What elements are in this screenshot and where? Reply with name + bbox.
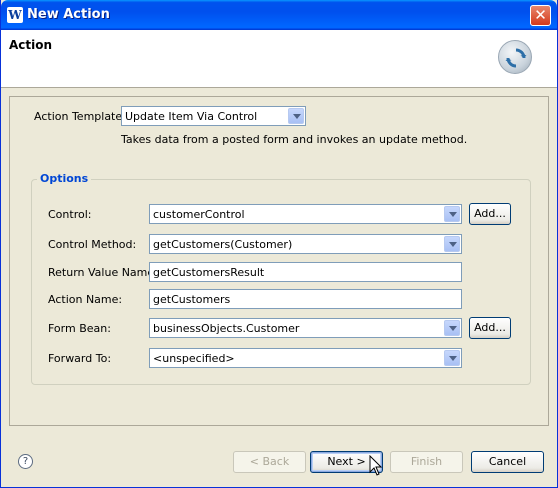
chevron-down-icon[interactable] <box>444 350 460 366</box>
chevron-down-icon[interactable] <box>444 236 460 252</box>
new-action-dialog: W New Action ✕ Action Action Template: U… <box>0 0 558 488</box>
return-value-name-label: Return Value Name: <box>48 266 158 279</box>
chevron-down-icon[interactable] <box>288 108 304 124</box>
chevron-down-icon[interactable] <box>444 206 460 222</box>
forward-to-value: <unspecified> <box>153 352 235 365</box>
form-bean-value: businessObjects.Customer <box>153 322 300 335</box>
form-bean-select[interactable]: businessObjects.Customer <box>149 318 462 338</box>
page-title: Action <box>9 38 53 52</box>
action-template-select[interactable]: Update Item Via Control <box>121 106 306 126</box>
help-icon[interactable]: ? <box>18 454 33 469</box>
return-value-name-input[interactable]: getCustomersResult <box>149 262 462 282</box>
control-method-value: getCustomers(Customer) <box>153 238 293 251</box>
window-title: New Action <box>27 7 110 22</box>
options-group: Options Control: customerControl Add... … <box>31 172 531 385</box>
return-value-name-value: getCustomersResult <box>153 266 265 279</box>
options-legend: Options <box>37 172 92 185</box>
app-icon: W <box>7 7 23 23</box>
refresh-icon <box>498 40 532 74</box>
control-label: Control: <box>48 208 92 221</box>
back-button[interactable]: < Back <box>233 451 306 473</box>
action-template-description: Takes data from a posted form and invoke… <box>121 133 468 146</box>
title-bar[interactable]: W New Action ✕ <box>1 0 557 30</box>
chevron-down-icon[interactable] <box>444 320 460 336</box>
finish-button[interactable]: Finish <box>390 451 463 473</box>
action-template-label: Action Template: <box>34 110 126 123</box>
action-name-label: Action Name: <box>48 293 123 306</box>
mouse-pointer-icon <box>369 455 383 476</box>
forward-to-select[interactable]: <unspecified> <box>149 348 462 368</box>
wizard-content: Action Template: Update Item Via Control… <box>9 96 549 426</box>
close-button[interactable]: ✕ <box>530 5 551 26</box>
cancel-button[interactable]: Cancel <box>471 451 544 473</box>
control-value: customerControl <box>153 208 245 221</box>
forward-to-label: Forward To: <box>48 352 112 365</box>
action-name-value: getCustomers <box>153 293 231 306</box>
action-template-value: Update Item Via Control <box>125 110 258 123</box>
form-bean-label: Form Bean: <box>48 322 111 335</box>
header-banner: Action <box>1 30 557 88</box>
control-select[interactable]: customerControl <box>149 204 462 224</box>
control-method-select[interactable]: getCustomers(Customer) <box>149 234 462 254</box>
control-method-label: Control Method: <box>48 238 137 251</box>
add-control-button[interactable]: Add... <box>469 203 511 225</box>
action-name-input[interactable]: getCustomers <box>149 289 462 309</box>
add-form-bean-button[interactable]: Add... <box>469 317 511 339</box>
